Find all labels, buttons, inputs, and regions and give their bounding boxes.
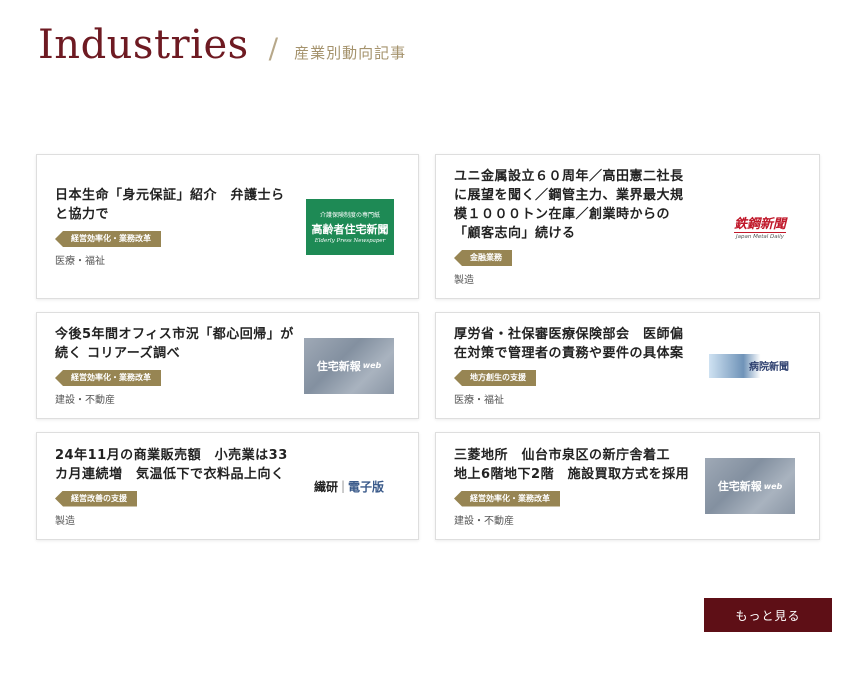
- publication-logo-tekko: 鉄鋼新聞 Japan Metal Daily: [725, 207, 795, 247]
- article-tag: 経営効率化・業務改革: [454, 490, 560, 507]
- logo-line: 高齢者住宅新聞: [311, 222, 389, 236]
- article-card[interactable]: 日本生命「身元保証」紹介 弁護士らと協力で 経営効率化・業務改革 医療・福祉 介…: [36, 154, 419, 299]
- article-category: 製造: [454, 275, 474, 286]
- more-button[interactable]: もっと見る: [704, 598, 832, 632]
- article-category: 医療・福祉: [454, 395, 504, 406]
- logo-line: Japan Metal Daily: [736, 234, 784, 240]
- article-card[interactable]: 24年11月の商業販売額 小売業は33カ月連続増 気温低下で衣料品上向く 経営改…: [36, 432, 419, 540]
- logo-line: 住宅新報: [316, 359, 361, 373]
- article-category: 建設・不動産: [55, 395, 115, 406]
- article-text: 今後5年間オフィス市況「都心回帰」が続く コリアーズ調べ 経営効率化・業務改革 …: [55, 325, 295, 406]
- article-headline[interactable]: 24年11月の商業販売額 小売業は33カ月連続増 気温低下で衣料品上向く: [55, 446, 295, 484]
- logo-line: 電子版: [348, 479, 385, 494]
- logo-line: 繊研: [313, 479, 338, 494]
- article-headline[interactable]: 厚労省・社保審医療保険部会 医師偏在対策で管理者の責務や要件の具体案: [454, 325, 694, 363]
- page-subtitle: 産業別動向記事: [294, 44, 407, 62]
- logo-line: web: [362, 361, 382, 370]
- article-category: 医療・福祉: [55, 256, 105, 267]
- article-tag: 経営効率化・業務改革: [55, 370, 161, 386]
- article-tag: 経営効率化・業務改革: [55, 231, 161, 247]
- publication-logo-koreisha: 介護保険制度の専門紙 高齢者住宅新聞 Elderly Press Newspap…: [306, 198, 394, 255]
- logo-separator: |: [340, 479, 346, 493]
- article-text: 日本生命「身元保証」紹介 弁護士らと協力で 経営効率化・業務改革 医療・福祉: [55, 186, 295, 267]
- article-tag: 経営改善の支援: [55, 490, 137, 507]
- article-card[interactable]: 三菱地所 仙台市泉区の新庁舎着工 地上6階地下2階 施設買取方式を採用 経営効率…: [435, 432, 820, 540]
- article-headline[interactable]: 日本生命「身元保証」紹介 弁護士らと協力で: [55, 186, 295, 224]
- article-grid: 日本生命「身元保証」紹介 弁護士らと協力で 経営効率化・業務改革 医療・福祉 介…: [36, 154, 820, 540]
- article-card[interactable]: 今後5年間オフィス市況「都心回帰」が続く コリアーズ調べ 経営効率化・業務改革 …: [36, 312, 419, 419]
- logo-line: 住宅新報: [717, 480, 762, 493]
- article-tag: 金融業務: [454, 250, 512, 266]
- article-headline[interactable]: 今後5年間オフィス市況「都心回帰」が続く コリアーズ調べ: [55, 325, 295, 363]
- logo-line: 介護保険制度の専門紙: [319, 211, 380, 219]
- article-category: 製造: [55, 515, 75, 527]
- publication-logo-senken: 繊研 | 電子版: [304, 476, 394, 496]
- article-card[interactable]: 厚労省・社保審医療保険部会 医師偏在対策で管理者の責務や要件の具体案 地方創生の…: [435, 312, 820, 419]
- article-text: ユニ金属設立６０周年／高田憲二社長に展望を聞く／鋼管主力、業界最大規模１０００ト…: [454, 167, 694, 286]
- page-title: Industries: [38, 22, 249, 68]
- logo-line: 病院新聞: [749, 362, 789, 373]
- article-text: 三菱地所 仙台市泉区の新庁舎着工 地上6階地下2階 施設買取方式を採用 経営効率…: [454, 446, 694, 527]
- article-category: 建設・不動産: [454, 515, 514, 527]
- logo-line: Elderly Press Newspaper: [314, 237, 386, 244]
- publication-logo-byoin: 病院新聞: [709, 353, 795, 378]
- logo-line: web: [763, 481, 783, 491]
- article-headline[interactable]: ユニ金属設立６０周年／高田憲二社長に展望を聞く／鋼管主力、業界最大規模１０００ト…: [454, 167, 694, 243]
- article-text: 24年11月の商業販売額 小売業は33カ月連続増 気温低下で衣料品上向く 経営改…: [55, 446, 295, 527]
- publication-logo-jutaku: 住宅新報 web: [304, 337, 394, 394]
- title-divider: /: [268, 32, 279, 65]
- section-header: Industries / 産業別動向記事: [38, 22, 406, 68]
- logo-line: 鉄鋼新聞: [733, 213, 786, 233]
- article-text: 厚労省・社保審医療保険部会 医師偏在対策で管理者の責務や要件の具体案 地方創生の…: [454, 325, 694, 406]
- article-tag: 地方創生の支援: [454, 370, 536, 386]
- article-headline[interactable]: 三菱地所 仙台市泉区の新庁舎着工 地上6階地下2階 施設買取方式を採用: [454, 446, 694, 484]
- publication-logo-jutaku: 住宅新報 web: [705, 458, 795, 514]
- article-card[interactable]: ユニ金属設立６０周年／高田憲二社長に展望を聞く／鋼管主力、業界最大規模１０００ト…: [435, 154, 820, 299]
